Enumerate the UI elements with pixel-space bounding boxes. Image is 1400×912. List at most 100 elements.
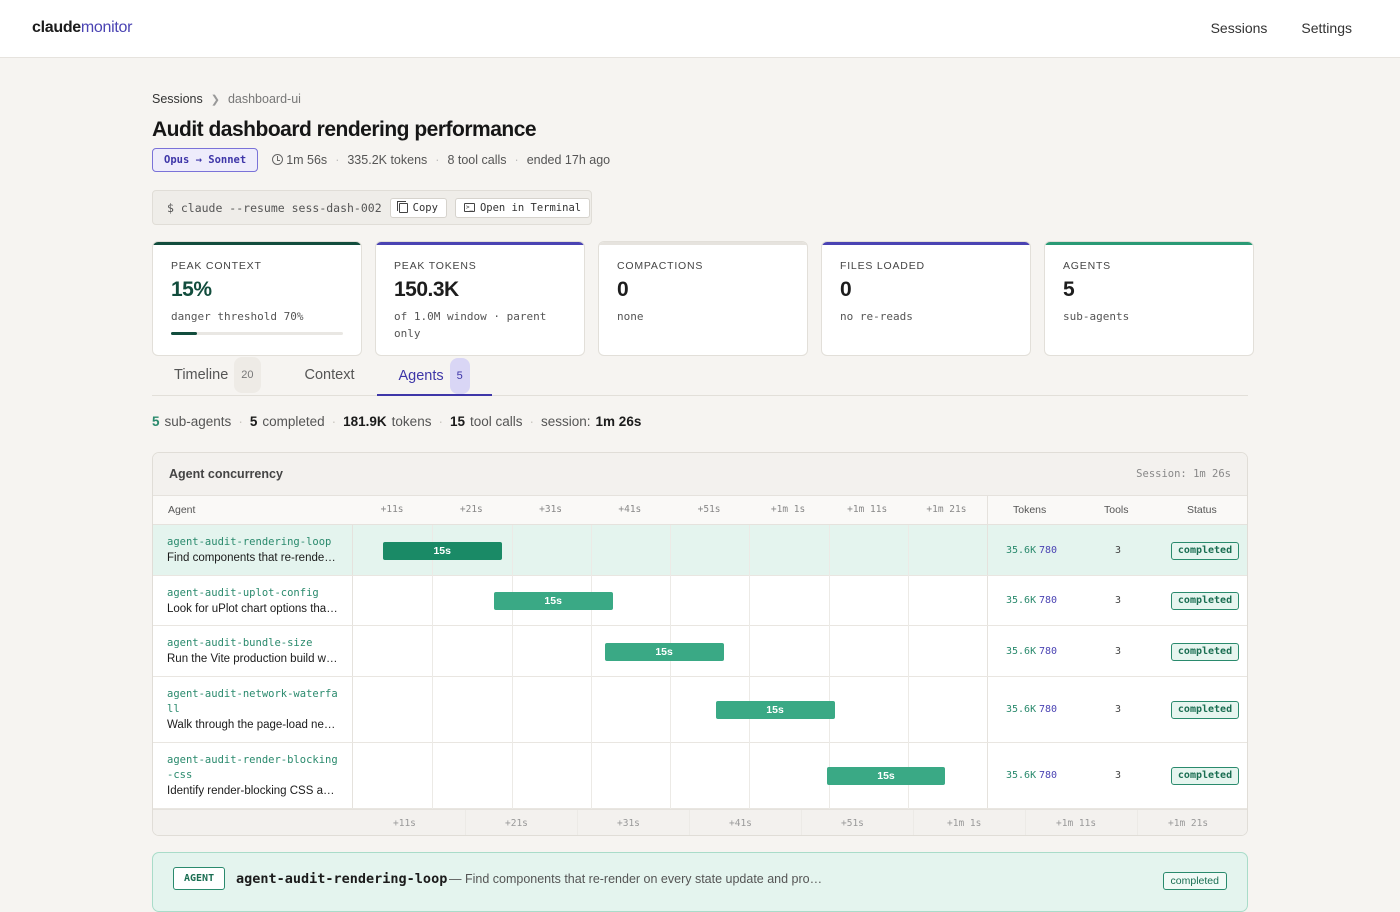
time-tick: +11s (380, 504, 404, 515)
agent-tokens-secondary: 780 (1039, 704, 1058, 715)
footer-time-tick: +41s (729, 818, 752, 829)
col-status: Status (1187, 504, 1217, 516)
nav-settings[interactable]: Settings (1301, 20, 1352, 36)
agent-row[interactable]: agent-audit-bundle-size Run the Vite prod… (153, 626, 1247, 677)
resume-command: $ claude --resume sess-dash-002 (167, 200, 382, 215)
agent-row[interactable]: agent-audit-rendering-loop Find component… (153, 525, 1247, 576)
chevron-right-icon: ❯ (210, 93, 220, 106)
agent-tokens: 35.6K (1006, 544, 1037, 556)
agent-duration-bar[interactable]: 15s (493, 592, 613, 610)
summary-completed-count: 5 (249, 414, 258, 429)
agent-name[interactable]: agent-audit-bundle-size (167, 636, 338, 651)
card-sub: sub-agents (1063, 310, 1130, 323)
agent-description: Look for uPlot chart options that trigge… (167, 603, 338, 615)
grid-line (670, 677, 671, 743)
agent-tokens-secondary: 780 (1039, 595, 1058, 606)
agent-detail-card[interactable]: AGENT agent-audit-rendering-loop — Find … (152, 852, 1248, 912)
agent-tokens-secondary: 780 (1039, 645, 1058, 657)
panel-title: Agent concurrency (169, 467, 283, 481)
summary-tokens-count: 181.9K (343, 414, 387, 429)
tab-label: Agents (398, 368, 444, 384)
card-accent (599, 242, 807, 245)
status-badge: completed (1171, 592, 1239, 610)
tab-agents[interactable]: Agents 5 (376, 358, 492, 396)
card-agents: AGENTS 5 sub-agents (1044, 241, 1254, 356)
terminal-icon: >_ (463, 203, 475, 212)
agent-tokens-secondary: 780 (1039, 770, 1058, 781)
agent-tokens-secondary: 780 (1039, 544, 1058, 556)
agent-name[interactable]: agent-audit-render-blocking-css (167, 753, 339, 783)
copy-button[interactable]: Copy (389, 197, 447, 218)
agent-tokens: 35.6K (1006, 595, 1037, 606)
duration: 1m 56s (272, 153, 327, 167)
stat-cards: PEAK CONTEXT 15% danger threshold 70% PE… (152, 241, 1254, 356)
agent-row[interactable]: agent-audit-network-waterfall Walk throug… (153, 677, 1247, 743)
agent-duration-bar[interactable]: 15s (826, 767, 946, 785)
agent-cell: agent-audit-uplot-config Look for uPlot c… (153, 576, 353, 625)
summary-subagents-count: 5 (152, 414, 160, 429)
grid-line (511, 677, 513, 743)
grid-line (432, 626, 434, 677)
footer-grid-line (913, 810, 914, 835)
agent-name[interactable]: agent-audit-uplot-config (167, 586, 338, 601)
open-terminal-button[interactable]: >_ Open in Terminal (454, 197, 591, 218)
grid-line (749, 525, 751, 576)
nav-sessions[interactable]: Sessions (1211, 20, 1268, 36)
card-files-loaded: FILES LOADED 0 no re-reads (821, 241, 1031, 356)
card-sub: no re-reads (840, 310, 913, 323)
time-tick: +1m 21s (926, 504, 967, 515)
summary-session-value: 1m 26s (595, 414, 642, 429)
status-badge: completed (1171, 767, 1239, 785)
summary-tokens-label: tokens (391, 414, 432, 429)
tab-label: Context (304, 367, 355, 383)
agent-duration-bar[interactable]: 15s (604, 642, 724, 661)
tab-timeline[interactable]: Timeline 20 (152, 356, 283, 394)
card-value: 150.3K (394, 278, 459, 301)
grid-line (749, 743, 751, 809)
time-tick: +1m 1s (770, 504, 806, 515)
column-divider (987, 677, 988, 742)
breadcrumb-sessions[interactable]: Sessions (152, 92, 203, 106)
footer-grid-line (465, 810, 466, 835)
grid-line (670, 743, 671, 809)
card-label: PEAK CONTEXT (171, 260, 262, 272)
time-tick: +51s (697, 504, 721, 515)
context-progress-fill (171, 332, 197, 335)
agent-tokens: 35.6K (1006, 704, 1037, 715)
top-nav: Sessions Settings (1211, 20, 1352, 36)
separator-dot: · (529, 414, 535, 429)
summary-tools-label: tool calls (469, 414, 523, 429)
breadcrumb-current: dashboard-ui (227, 92, 301, 106)
footer-time-tick: +1m 11s (1056, 818, 1097, 829)
card-peak-context: PEAK CONTEXT 15% danger threshold 70% (152, 241, 362, 356)
app-logo[interactable]: claudemonitor (32, 19, 132, 37)
agent-duration-bar[interactable]: 15s (382, 541, 502, 560)
agent-duration-bar[interactable]: 15s (715, 701, 835, 719)
agent-row[interactable]: agent-audit-uplot-config Look for uPlot c… (153, 576, 1247, 626)
separator-dot: · (238, 414, 243, 429)
tab-context[interactable]: Context (283, 356, 377, 394)
summary-subagents-label: sub-agents (164, 414, 232, 429)
clock-icon (272, 154, 284, 165)
column-divider (987, 576, 988, 625)
separator-dot: · (435, 153, 440, 167)
grid-line (907, 677, 909, 743)
grid-line (432, 677, 434, 743)
card-label: FILES LOADED (840, 260, 925, 272)
panel-header: Agent concurrency Session: 1m 26s (153, 453, 1247, 496)
agent-name[interactable]: agent-audit-network-waterfall (167, 687, 339, 717)
tool-calls-meta: 8 tool calls (447, 153, 507, 167)
time-tick: +31s (539, 504, 563, 515)
agent-row[interactable]: agent-audit-render-blocking-css Identify … (153, 743, 1247, 809)
card-accent (1045, 242, 1253, 245)
agent-concurrency-panel: Agent concurrency Session: 1m 26s Agent … (152, 452, 1248, 836)
column-divider (987, 496, 988, 524)
grid-line (670, 576, 671, 626)
agent-tools: 3 (1115, 544, 1122, 556)
agent-cell: agent-audit-render-blocking-css Identify … (153, 743, 353, 808)
card-label: PEAK TOKENS (394, 260, 477, 272)
footer-grid-line (1137, 810, 1138, 835)
card-accent (822, 242, 1030, 245)
agent-name[interactable]: agent-audit-rendering-loop (167, 535, 338, 550)
grid-line (828, 626, 830, 677)
